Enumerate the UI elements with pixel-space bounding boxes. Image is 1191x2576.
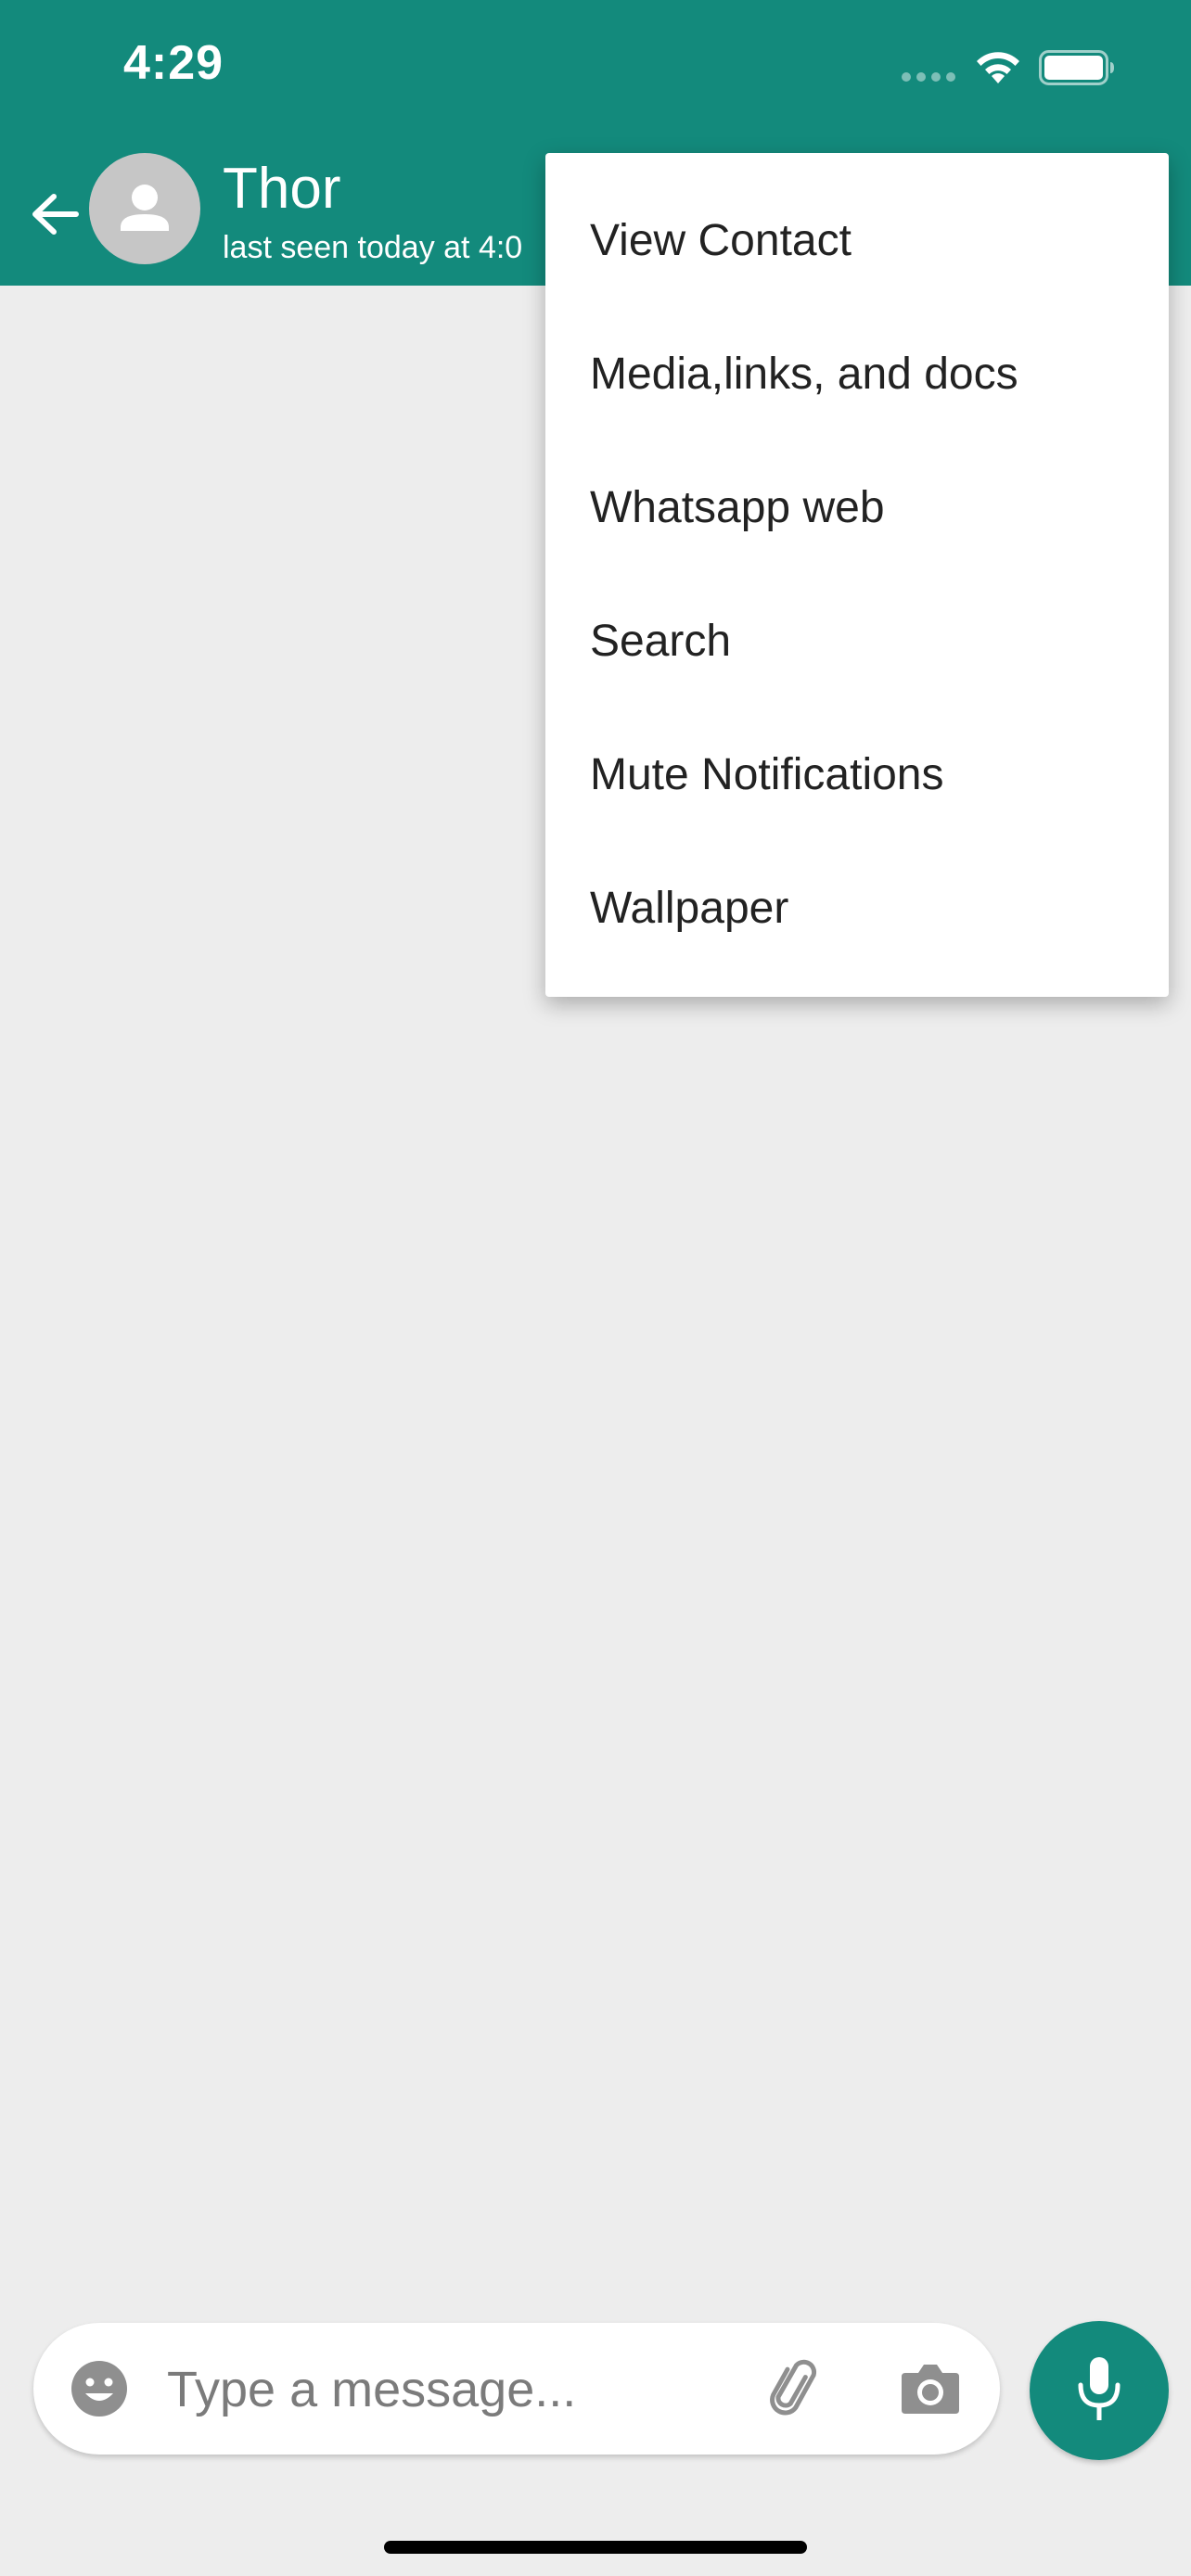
menu-item-mute-notifications[interactable]: Mute Notifications [545, 708, 1169, 842]
menu-item-search[interactable]: Search [545, 575, 1169, 708]
paperclip-icon[interactable] [766, 2358, 827, 2419]
message-composer [33, 2323, 1000, 2455]
overflow-menu: View Contact Media,links, and docs Whats… [545, 153, 1169, 997]
status-bar: 4:29 [0, 0, 1191, 148]
cellular-signal-icon [902, 72, 957, 85]
person-icon [121, 185, 169, 231]
menu-item-wallpaper[interactable]: Wallpaper [545, 842, 1169, 976]
menu-item-view-contact[interactable]: View Contact [545, 174, 1169, 308]
arrow-left-icon[interactable] [28, 187, 82, 241]
last-seen-status: last seen today at 4:0 [223, 230, 523, 265]
menu-item-whatsapp-web[interactable]: Whatsapp web [545, 441, 1169, 575]
message-input[interactable] [165, 2351, 762, 2429]
battery-icon [1039, 50, 1114, 85]
avatar[interactable] [89, 153, 200, 264]
menu-item-media-links-docs[interactable]: Media,links, and docs [545, 308, 1169, 441]
emoji-icon[interactable] [70, 2360, 128, 2417]
voice-record-button[interactable] [1030, 2321, 1169, 2460]
status-time: 4:29 [123, 36, 224, 90]
contact-name[interactable]: Thor [223, 156, 340, 222]
home-indicator [384, 2541, 807, 2554]
wifi-icon [977, 52, 1019, 83]
camera-icon[interactable] [900, 2360, 961, 2416]
microphone-icon [1078, 2357, 1121, 2420]
